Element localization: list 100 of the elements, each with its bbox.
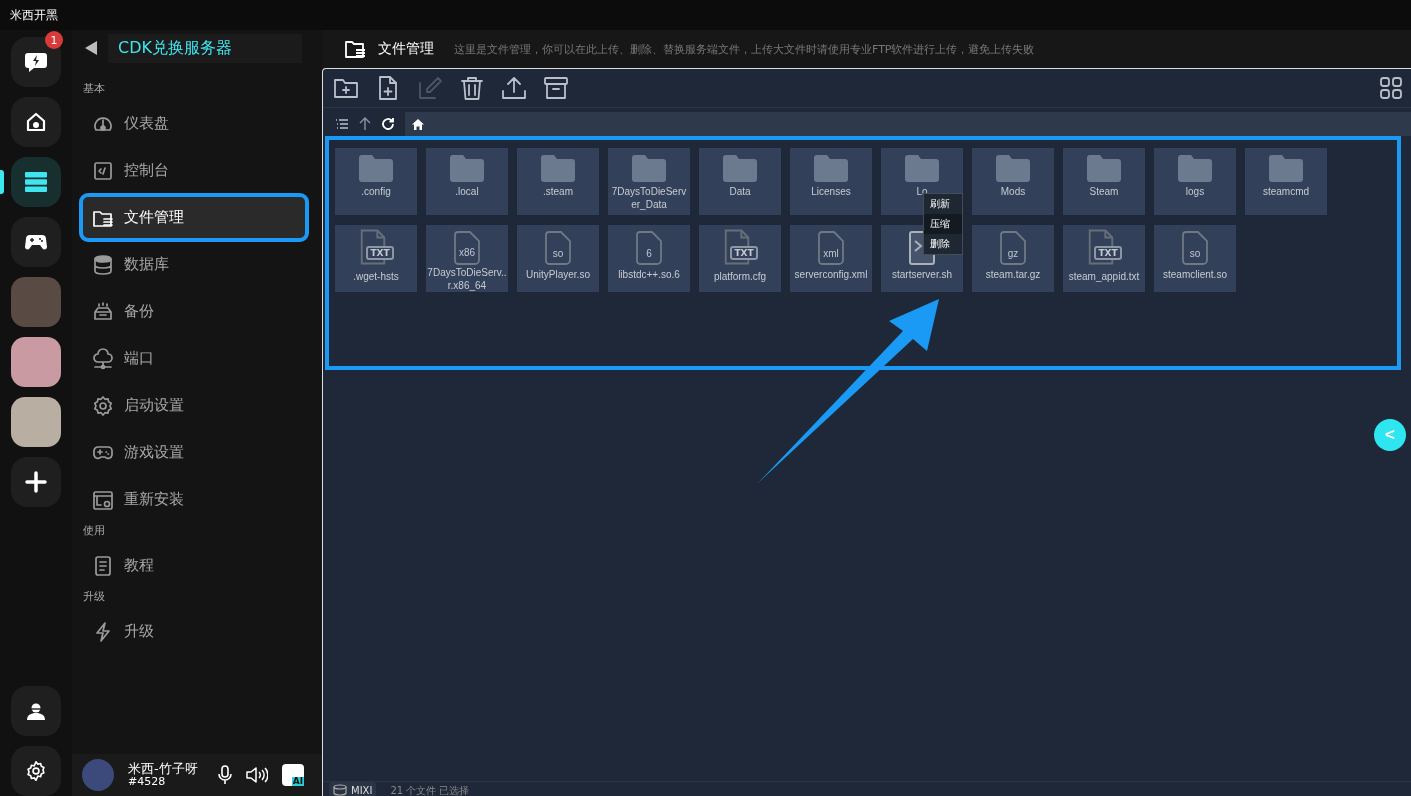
gear-icon (92, 394, 114, 417)
file-tile[interactable]: Licenses (790, 148, 872, 215)
file-tile[interactable]: TXT .wget-hsts (335, 225, 417, 292)
file-name: steamcmd (1261, 186, 1311, 199)
file-tile[interactable]: x86 7DaysToDieServ..r.x86_64 (426, 225, 508, 292)
context-menu-item[interactable]: 删除 (924, 234, 962, 254)
server-rail-button[interactable] (11, 157, 61, 207)
nav-item[interactable]: 数据库 (82, 243, 306, 286)
file-tile[interactable]: gz steam.tar.gz (972, 225, 1054, 292)
page-description: 这里是文件管理，你可以在此上传、删除、替换服务端文件，上传大文件时请使用专业FTP软件进行上传，避免上传失败 (454, 41, 1035, 57)
folder-icon (1178, 154, 1212, 182)
nav-item[interactable]: 仪表盘 (82, 102, 306, 145)
nav-item[interactable]: 升级 (82, 610, 306, 653)
ai-button[interactable]: AI (282, 764, 304, 786)
person-icon (26, 702, 46, 720)
file-name: 7DaysToDieServer_Data (610, 186, 688, 211)
nav-item[interactable]: 端口 (82, 337, 306, 380)
settings-button[interactable] (11, 746, 61, 796)
user-support-button[interactable] (11, 686, 61, 736)
server-photo-placeholder[interactable] (11, 397, 61, 447)
nav-item[interactable]: 游戏设置 (82, 431, 306, 474)
speaker-icon[interactable] (246, 766, 268, 784)
home-icon[interactable] (411, 117, 425, 131)
file-name: startserver.sh (891, 269, 953, 282)
gamepad-icon (25, 234, 47, 250)
nav-section-heading: 使用 (83, 523, 106, 538)
file-tile[interactable]: so steamclient.so (1154, 225, 1236, 292)
drive-selector[interactable]: MIXI (329, 782, 377, 796)
file-tile[interactable]: 6 libstdc++.so.6 (608, 225, 690, 292)
add-rail-button[interactable] (11, 457, 61, 507)
file-name: serverconfig.xml (793, 269, 869, 282)
file-name: steamclient.so (1162, 269, 1228, 282)
folder-icon (450, 154, 484, 182)
file-name: .steam (542, 186, 574, 199)
folder-icon (632, 154, 666, 182)
nav-item[interactable]: 启动设置 (82, 384, 306, 427)
file-tile[interactable]: TXT steam_appid.txt (1063, 225, 1145, 292)
back-arrow-icon[interactable] (84, 40, 98, 56)
folder-icon (1269, 154, 1303, 182)
microphone-icon[interactable] (218, 765, 232, 785)
file-tile[interactable]: Mods (972, 148, 1054, 215)
file-name: platform.cfg (712, 271, 768, 284)
up-arrow-icon[interactable] (359, 117, 371, 131)
chat-bolt-icon (24, 51, 48, 73)
backup-icon (92, 300, 114, 323)
folder-icon (996, 154, 1030, 182)
user-tag: #4528 (128, 776, 204, 788)
file-icon: gz (1000, 231, 1026, 265)
folder-icon (814, 154, 848, 182)
chat-rail-button[interactable] (11, 37, 61, 87)
file-tile[interactable]: so UnityPlayer.so (517, 225, 599, 292)
nav-item[interactable]: 备份 (82, 290, 306, 333)
plus-icon (25, 471, 47, 493)
status-summary: 21 个文件 已选择 (390, 784, 470, 796)
context-menu-item[interactable]: 压缩 (924, 214, 962, 234)
file-tile[interactable]: xml serverconfig.xml (790, 225, 872, 292)
file-icon: so (545, 231, 571, 265)
folder-icon (1087, 154, 1121, 182)
user-name: 米西-竹子呀 (128, 762, 199, 777)
file-name: Data (728, 186, 752, 199)
app-title: 米西开黑 (10, 6, 58, 24)
file-name: 7DaysToDieServ..r.x86_64 (427, 267, 507, 292)
page-title: 文件管理 (378, 40, 434, 58)
grid-view-button[interactable] (1377, 74, 1405, 102)
file-name: Licenses (810, 186, 852, 199)
home-rail-button[interactable] (11, 97, 61, 147)
folder-icon (344, 39, 366, 59)
folder-icon (541, 154, 575, 182)
refresh-icon[interactable] (381, 117, 395, 131)
file-name: Mods (999, 186, 1027, 199)
file-name: libstdc++.so.6 (617, 269, 681, 282)
file-name: .local (454, 186, 480, 199)
file-icon: so (1182, 231, 1208, 265)
file-tile[interactable]: .config (335, 148, 417, 215)
list-icon[interactable] (335, 118, 349, 130)
settings-icon (25, 760, 47, 782)
server-name: CDK兑换服务器 (108, 33, 302, 63)
nav-item[interactable]: 文件管理 (82, 196, 306, 239)
context-menu-item[interactable]: 刷新 (924, 194, 962, 214)
file-tile[interactable]: Steam (1063, 148, 1145, 215)
file-tile[interactable]: steamcmd (1245, 148, 1327, 215)
nav-item[interactable]: 控制台 (82, 149, 306, 192)
file-icon: x86 (454, 231, 480, 263)
file-tile[interactable]: TXT platform.cfg (699, 225, 781, 292)
file-tile[interactable]: .local (426, 148, 508, 215)
file-tile[interactable]: 7DaysToDieServer_Data (608, 148, 690, 215)
cloud-icon (92, 347, 114, 370)
nav-item[interactable]: 教程 (82, 544, 306, 587)
file-name: .wget-hsts (352, 271, 400, 284)
server-photo-placeholder[interactable] (11, 337, 61, 387)
file-tile[interactable]: logs (1154, 148, 1236, 215)
database-icon (333, 784, 347, 796)
doc-icon (92, 554, 114, 577)
file-name: UnityPlayer.so (525, 269, 591, 282)
gamepad-rail-button[interactable] (11, 217, 61, 267)
file-icon: 6 (636, 231, 662, 265)
file-tile[interactable]: .steam (517, 148, 599, 215)
file-name: steam.tar.gz (984, 269, 1042, 282)
file-tile[interactable]: Data (699, 148, 781, 215)
nav-item[interactable]: 重新安装 (82, 478, 306, 521)
